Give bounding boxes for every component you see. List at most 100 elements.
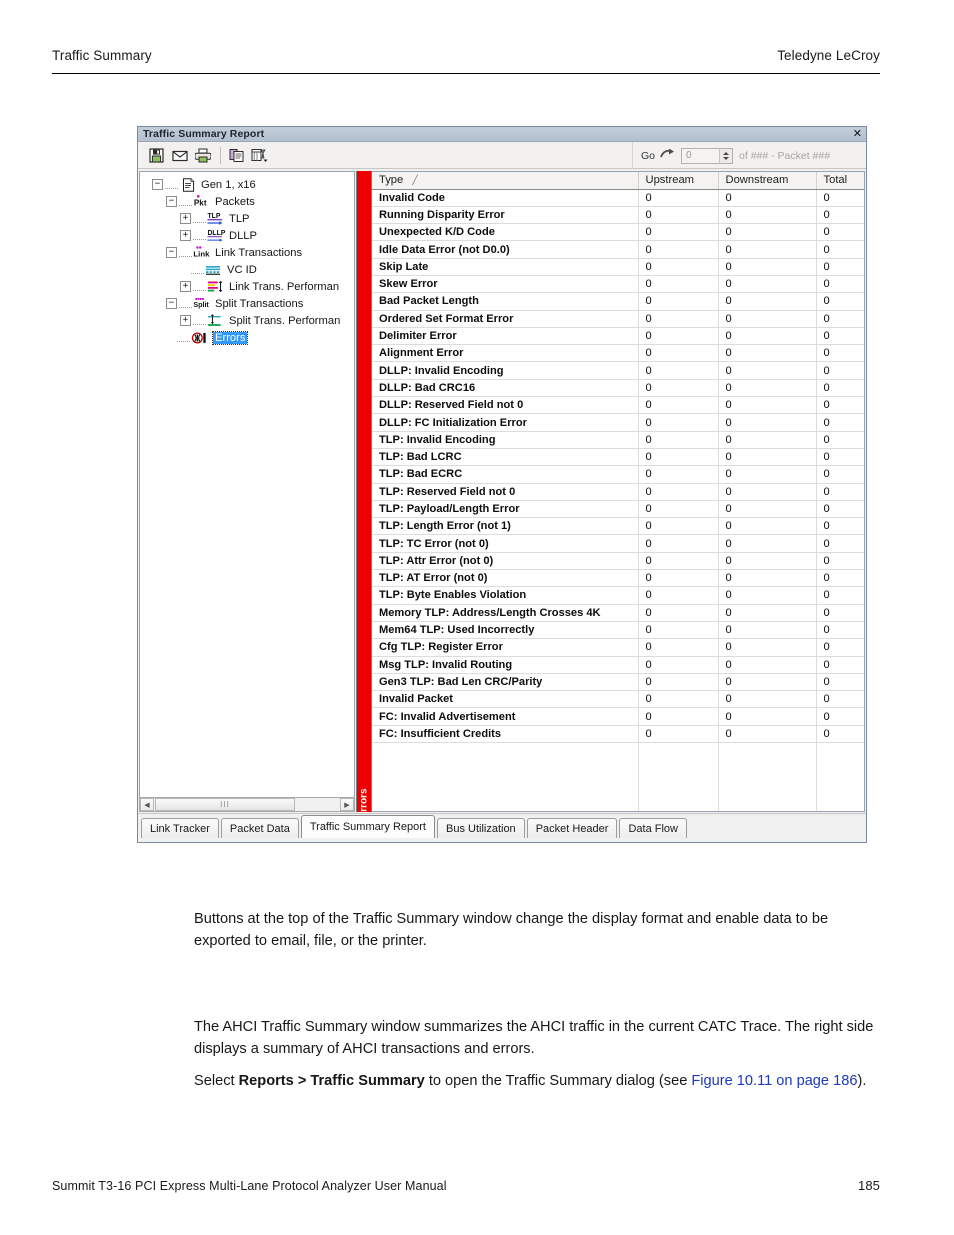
cell-upstream: 0 [638,517,719,536]
tree-item-dllp[interactable]: + DLLP DLLP [146,227,354,244]
cell-downstream: 0 [718,396,817,415]
cell-type: DLLP: Bad CRC16 [372,379,639,398]
cell-total: 0 [816,413,864,432]
expander-icon[interactable]: − [152,179,163,190]
column-header-upstream[interactable]: Upstream [638,172,719,190]
tree-item-packets[interactable]: − Pkt Packets [146,193,354,210]
cell-upstream: 0 [638,656,719,674]
cell-type: Delimiter Error [372,327,639,346]
table-row[interactable]: Skip Late 0 0 0 [372,258,864,276]
table-row[interactable]: FC: Invalid Advertisement 0 0 0 [372,707,864,726]
tree-item-errors[interactable]: Errors [146,329,354,346]
tree-item-split-transactions[interactable]: − Split Split Transactions [146,295,354,312]
cell-downstream: 0 [718,483,817,501]
table-row[interactable]: Cfg TLP: Register Error 0 0 0 [372,638,864,657]
tab-traffic-summary-report[interactable]: Traffic Summary Report [300,815,435,838]
table-row[interactable]: Running Disparity Error 0 0 0 [372,206,864,225]
column-header-downstream[interactable]: Downstream [718,172,817,190]
tree-item-vc-id[interactable]: VC ID [146,261,354,278]
paragraph-ahci-description: The AHCI Traffic Summary window summariz… [194,1018,874,1057]
cell-type: Cfg TLP: Register Error [372,638,639,657]
table-row[interactable]: FC: Insufficient Credits 0 0 0 [372,725,864,744]
table-row[interactable]: DLLP: FC Initialization Error 0 0 0 [372,413,864,432]
table-row[interactable]: Msg TLP: Invalid Routing 0 0 0 [372,656,864,674]
view-tabbar: Link Tracker Packet Data Traffic Summary R… [138,813,866,842]
expander-icon[interactable]: + [180,230,191,241]
scroll-left-icon[interactable]: ◀ [140,798,154,811]
errors-side-strip[interactable]: Errors [356,171,372,819]
table-row[interactable]: TLP: Byte Enables Violation 0 0 0 [372,586,864,605]
tree-item-link-transactions[interactable]: − Link Link Transactions [146,244,354,261]
table-row[interactable]: TLP: Bad ECRC 0 0 0 [372,465,864,484]
scroll-right-icon[interactable]: ▶ [340,798,354,811]
cell-downstream: 0 [718,258,817,276]
table-row[interactable]: Skew Error 0 0 0 [372,275,864,294]
expander-icon[interactable]: + [180,213,191,224]
tree-item-link-trans-performance[interactable]: + Link Trans. Performan [146,278,354,295]
tree-item-tlp[interactable]: + TLP TLP [146,210,354,227]
figure-cross-reference-link[interactable]: Figure 10.11 on page 186 [691,1073,857,1089]
tab-packet-data[interactable]: Packet Data [220,818,299,838]
cell-total: 0 [816,707,864,726]
go-packet-stepper[interactable]: 0 [681,147,734,164]
go-arrow-icon[interactable] [660,147,675,165]
table-row[interactable]: Invalid Code 0 0 0 [372,189,864,207]
cell-total: 0 [816,465,864,484]
tab-bus-utilization[interactable]: Bus Utilization [436,818,525,838]
copy-icon[interactable] [226,145,247,165]
table-row[interactable]: Ordered Set Format Error 0 0 0 [372,310,864,328]
save-icon[interactable] [146,145,167,165]
table-row[interactable]: DLLP: Bad CRC16 0 0 0 [372,379,864,398]
cell-type: Invalid Code [372,189,639,207]
tab-packet-header[interactable]: Packet Header [526,818,618,838]
table-row[interactable]: TLP: Bad LCRC 0 0 0 [372,448,864,467]
tree-horizontal-scrollbar[interactable]: ◀ III ▶ [139,797,355,812]
cell-upstream: 0 [638,725,719,744]
table-row[interactable]: Bad Packet Length 0 0 0 [372,292,864,311]
tree-item-gen1-x16[interactable]: − Gen 1, x16 [146,176,354,193]
expander-icon[interactable]: + [180,315,191,326]
go-navigation-area: Go 0 of ### - Packet ### [632,142,866,169]
summary-tree: − Gen 1, x16 − Pkt Packets + TLP TLP + D… [140,172,354,346]
table-row[interactable]: TLP: Payload/Length Error 0 0 0 [372,500,864,519]
cell-type: Bad Packet Length [372,292,639,311]
table-row[interactable]: Invalid Packet 0 0 0 [372,690,864,709]
view-options-icon[interactable] [249,145,270,165]
sort-indicator-icon: ╱ [412,175,418,186]
expander-icon[interactable]: + [180,281,191,292]
table-row[interactable]: TLP: Invalid Encoding 0 0 0 [372,431,864,449]
tab-data-flow[interactable]: Data Flow [619,818,687,838]
table-row[interactable]: TLP: TC Error (not 0) 0 0 0 [372,534,864,553]
go-packet-input[interactable]: 0 [682,150,719,161]
table-row[interactable]: TLP: Length Error (not 1) 0 0 0 [372,517,864,536]
table-row[interactable]: Alignment Error 0 0 0 [372,344,864,363]
tree-item-split-trans-performance[interactable]: + Split Trans. Performan [146,312,354,329]
expander-icon[interactable]: − [166,247,177,258]
table-row[interactable]: Unexpected K/D Code 0 0 0 [372,223,864,242]
close-icon[interactable]: ✕ [853,128,862,139]
cell-empty [638,759,719,778]
cell-type: TLP: Reserved Field not 0 [372,483,639,501]
scrollbar-thumb[interactable]: III [155,798,295,811]
spinner-arrows-icon[interactable] [719,148,733,163]
tree-item-label: Packets [215,195,255,208]
table-row[interactable]: Mem64 TLP: Used Incorrectly 0 0 0 [372,621,864,640]
table-row[interactable]: Gen3 TLP: Bad Len CRC/Parity 0 0 0 [372,673,864,692]
table-row[interactable]: Memory TLP: Address/Length Crosses 4K 0 0 0 [372,604,864,622]
cell-type: TLP: Invalid Encoding [372,431,639,449]
expander-icon[interactable]: − [166,196,177,207]
table-row[interactable]: TLP: Reserved Field not 0000 [372,483,864,501]
column-header-total[interactable]: Total [816,172,864,190]
table-row[interactable]: Delimiter Error 0 0 0 [372,327,864,346]
table-row[interactable]: DLLP: Reserved Field not 0000 [372,396,864,415]
table-row[interactable]: DLLP: Invalid Encoding 0 0 0 [372,361,864,380]
print-icon[interactable] [192,145,213,165]
tab-link-tracker[interactable]: Link Tracker [141,818,219,838]
cell-downstream: 0 [718,240,817,259]
expander-icon[interactable]: − [166,298,177,309]
email-icon[interactable] [169,145,190,165]
column-header-type[interactable]: Type ╱ [372,172,639,190]
table-row[interactable]: Idle Data Error (not D0.0) 0 0 0 [372,240,864,259]
table-row[interactable]: TLP: Attr Error (not 0) 0 0 0 [372,552,864,571]
table-row[interactable]: TLP: AT Error (not 0) 0 0 0 [372,569,864,588]
